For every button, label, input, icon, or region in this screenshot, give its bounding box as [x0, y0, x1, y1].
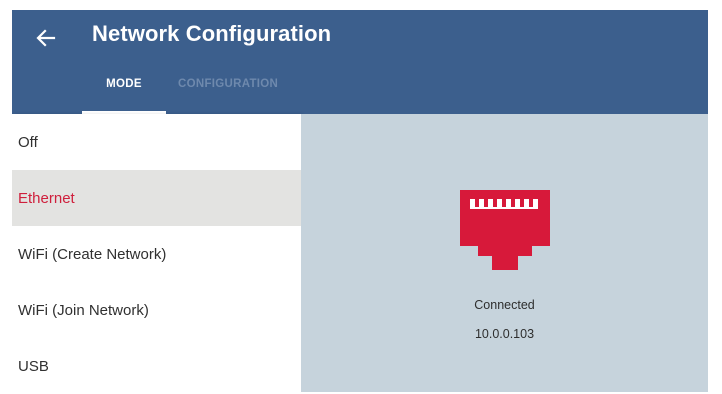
menu-item-off[interactable]: Off	[12, 114, 301, 170]
page-title: Network Configuration	[92, 21, 332, 46]
tab-configuration[interactable]: CONFIGURATION	[178, 78, 278, 90]
status-panel: Connected 10.0.0.103	[301, 114, 708, 392]
connection-status: Connected	[474, 298, 535, 312]
menu-item-wifi-join-network[interactable]: WiFi (Join Network)	[12, 282, 301, 338]
menu-item-label: WiFi (Join Network)	[18, 301, 149, 319]
app-bar: Network Configuration MODE CONFIGURATION	[12, 10, 708, 114]
back-button[interactable]	[28, 20, 64, 56]
menu-item-label: USB	[18, 357, 49, 375]
mode-menu: Off Ethernet WiFi (Create Network) WiFi …	[12, 114, 301, 392]
network-config-screen: Network Configuration MODE CONFIGURATION…	[12, 10, 708, 392]
menu-item-label: Ethernet	[18, 189, 75, 207]
menu-item-label: WiFi (Create Network)	[18, 245, 167, 263]
arrow-left-icon	[36, 29, 56, 47]
menu-item-wifi-create-network[interactable]: WiFi (Create Network)	[12, 226, 301, 282]
menu-item-usb[interactable]: USB	[12, 338, 301, 392]
ethernet-port-icon	[460, 190, 550, 270]
menu-item-label: Off	[18, 133, 38, 151]
ip-address: 10.0.0.103	[474, 327, 535, 341]
menu-item-ethernet[interactable]: Ethernet	[12, 170, 301, 226]
tab-mode[interactable]: MODE	[82, 78, 166, 90]
